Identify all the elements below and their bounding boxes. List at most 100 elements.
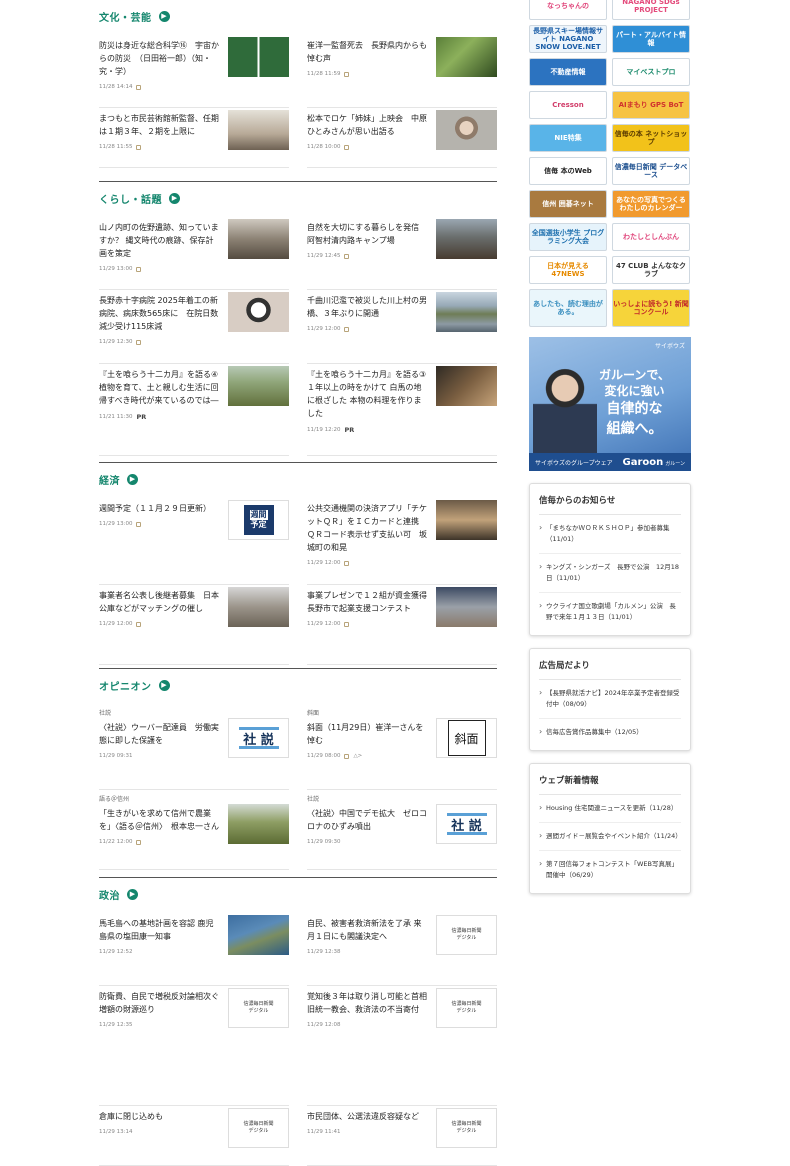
article-thumbnail[interactable] bbox=[436, 219, 497, 259]
info-box-link[interactable]: 信毎広告賞作品募集中（12/05） bbox=[539, 719, 681, 746]
article-card[interactable]: 防衛費、自民で増税反対論相次ぐ 増額の財源巡り 11/29 12:35 信濃毎日新聞… bbox=[99, 986, 289, 1106]
article-thumbnail[interactable] bbox=[228, 915, 289, 955]
article-category[interactable]: 斜面 bbox=[307, 708, 429, 717]
article-card[interactable]: 馬毛島への基地計画を容認 鹿児島県の塩田康一知事 11/29 12:52 bbox=[99, 913, 289, 986]
article-title[interactable]: 〈社説〉ウーバー配達員 労働実態に即した保護を bbox=[99, 721, 221, 747]
article-card[interactable]: 覚知後３年は取り消し可能と首相 旧統一教会、救済法の不当寄付 11/29 12:0… bbox=[307, 986, 497, 1106]
article-title[interactable]: 「生きがいを求めて信州で農業を」〈語る＠信州〉 根本忠一さん bbox=[99, 807, 221, 833]
article-card[interactable]: 自然を大切にする暮らしを発信 阿智村清内路キャンプ場 11/29 12:45 bbox=[307, 217, 497, 290]
article-title[interactable]: 崔洋一監督死去 長野県内からも悼む声 bbox=[307, 39, 429, 65]
article-thumbnail[interactable] bbox=[436, 110, 497, 150]
sidebar-banner[interactable]: 日本が見える 47NEWS bbox=[529, 256, 607, 284]
sidebar-banner[interactable]: 信毎の本 ネットショップ bbox=[612, 124, 690, 152]
sidebar-banner[interactable]: 信濃毎日新聞 データベース bbox=[612, 157, 690, 185]
article-thumbnail[interactable]: 社 説 bbox=[228, 718, 289, 758]
article-card[interactable]: 社説 〈社説〉中国でデモ拡大 ゼロコロナのひずみ噴出 11/29 09:30 社 説 bbox=[307, 790, 497, 870]
article-title[interactable]: 自然を大切にする暮らしを発信 阿智村清内路キャンプ場 bbox=[307, 221, 429, 247]
article-title[interactable]: 事業者名公表し後継者募集 日本公庫などがマッチングの催し bbox=[99, 589, 221, 615]
article-title[interactable]: 週間予定（１１月２９日更新） bbox=[99, 502, 221, 515]
section-header[interactable]: 文化・芸能 ▶ bbox=[99, 1, 497, 31]
article-card[interactable]: 週間予定（１１月２９日更新） 11/29 13:00 週間 予定 bbox=[99, 498, 289, 585]
chevron-right-icon[interactable]: ▶ bbox=[169, 192, 180, 204]
section-title[interactable]: 経済 bbox=[99, 472, 120, 487]
article-thumbnail[interactable]: 斜面 bbox=[436, 718, 497, 758]
sidebar-banner[interactable]: NAGANO SDGs PROJECT bbox=[612, 0, 690, 20]
sidebar-banner[interactable]: あしたも、読む理由がある。 bbox=[529, 289, 607, 327]
article-thumbnail[interactable] bbox=[228, 587, 289, 627]
article-title[interactable]: 倉庫に閉じ込めも bbox=[99, 1110, 221, 1123]
article-title[interactable]: 松本でロケ「姉妹」上映会 中原ひとみさんが思い出語る bbox=[307, 112, 429, 138]
article-title[interactable]: 斜面（11月29日）崔洋一さんを悼む bbox=[307, 721, 429, 747]
article-category[interactable]: 社説 bbox=[99, 708, 221, 717]
info-box-link[interactable]: 「まちなかＷＯＲＫＳＨＯＰ」参加者募集（11/01） bbox=[539, 515, 681, 554]
article-thumbnail[interactable] bbox=[436, 500, 497, 540]
article-card[interactable]: 山ノ内町の佐野遺跡、知っていますか？ 縄文時代の痕跡、保存計画を策定 11/29 … bbox=[99, 217, 289, 290]
article-card[interactable]: 倉庫に閉じ込めも 11/29 13:14 信濃毎日新聞 デジタル bbox=[99, 1106, 289, 1166]
article-card[interactable]: 防災は身近な総合科学⑯ 宇宙からの防災 （日田裕一郎）（知・究・学） 11/28 … bbox=[99, 35, 289, 108]
article-thumbnail[interactable] bbox=[228, 366, 289, 406]
article-thumbnail[interactable]: 週間 予定 bbox=[228, 500, 289, 540]
sidebar-banner[interactable]: あなたの写真でつくる わたしのカレンダー bbox=[612, 190, 690, 218]
article-thumbnail[interactable]: 信濃毎日新聞 デジタル bbox=[436, 1108, 497, 1148]
article-thumbnail[interactable]: 信濃毎日新聞 デジタル bbox=[228, 1108, 289, 1148]
article-title[interactable]: 防災は身近な総合科学⑯ 宇宙からの防災 （日田裕一郎）（知・究・学） bbox=[99, 39, 221, 78]
section-header[interactable]: 政治 ▶ bbox=[99, 879, 497, 909]
article-card[interactable]: 長野赤十字病院 2025年着工の新病院、病床数565床に 在院日数減少受け115… bbox=[99, 290, 289, 364]
chevron-right-icon[interactable]: ▶ bbox=[158, 10, 170, 22]
article-card[interactable]: 自民、被害者救済新法を了承 来月１日にも閣議決定へ 11/29 12:38 信濃毎日… bbox=[307, 913, 497, 986]
article-title[interactable]: 公共交通機関の決済アプリ「チケットＱＲ」をＩＣカードと連携 ＱＲコード表示せず支… bbox=[307, 502, 429, 554]
sidebar-banner[interactable]: マイベストプロ bbox=[612, 58, 690, 86]
sidebar-banner[interactable]: いっしょに読もう! 新聞コンクール bbox=[612, 289, 690, 327]
article-card[interactable]: 市民団体、公選法違反容疑など 11/29 11:41 信濃毎日新聞 デジタル bbox=[307, 1106, 497, 1166]
sidebar-banner[interactable]: 信州 囲碁ネット bbox=[529, 190, 607, 218]
section-header[interactable]: くらし・話題 ▶ bbox=[99, 183, 497, 213]
article-thumbnail[interactable] bbox=[228, 292, 289, 332]
article-title[interactable]: 〈社説〉中国でデモ拡大 ゼロコロナのひずみ噴出 bbox=[307, 807, 429, 833]
article-card[interactable]: 斜面 斜面（11月29日）崔洋一さんを悼む 11/29 08:00 △> 斜面 bbox=[307, 704, 497, 790]
article-title[interactable]: 防衛費、自民で増税反対論相次ぐ 増額の財源巡り bbox=[99, 990, 221, 1016]
article-card[interactable]: 公共交通機関の決済アプリ「チケットＱＲ」をＩＣカードと連携 ＱＲコード表示せず支… bbox=[307, 498, 497, 585]
article-card[interactable]: 崔洋一監督死去 長野県内からも悼む声 11/28 11:59 bbox=[307, 35, 497, 108]
chevron-right-icon[interactable]: ▶ bbox=[127, 473, 138, 485]
article-thumbnail[interactable]: 社 説 bbox=[436, 804, 497, 844]
article-thumbnail[interactable] bbox=[436, 292, 497, 332]
article-title[interactable]: 『土を喰らう十二カ月』を語る④ 植物を育て、土と親しむ生活に回帰すべき時代が来て… bbox=[99, 368, 226, 407]
article-thumbnail[interactable] bbox=[228, 804, 289, 844]
article-card[interactable]: 事業者名公表し後継者募集 日本公庫などがマッチングの催し 11/29 12:00 bbox=[99, 585, 289, 665]
article-title[interactable]: 山ノ内町の佐野遺跡、知っていますか？ 縄文時代の痕跡、保存計画を策定 bbox=[99, 221, 221, 260]
article-card[interactable]: 語る＠信州 「生きがいを求めて信州で農業を」〈語る＠信州〉 根本忠一さん 11/22… bbox=[99, 790, 289, 870]
sidebar-banner[interactable]: 長野県スキー場情報サイト NAGANO SNOW LOVE.NET bbox=[529, 25, 607, 53]
article-title[interactable]: 市民団体、公選法違反容疑など bbox=[307, 1110, 429, 1123]
info-box-link[interactable]: キングズ・シンガーズ 長野で公演 12月18日（11/01） bbox=[539, 554, 681, 593]
article-category[interactable]: 語る＠信州 bbox=[99, 794, 221, 803]
info-box-link[interactable]: ウクライナ国立歌劇場「カルメン」公演 長野で来年１月１３日（11/01） bbox=[539, 593, 681, 631]
article-card[interactable]: まつもと市民芸術館新監督、任期は１期３年、２期を上限に 11/28 11:55 bbox=[99, 108, 289, 168]
article-title[interactable]: 事業プレゼンで１２組が資金獲得 長野市で起業支援コンテスト bbox=[307, 589, 435, 615]
sidebar-banner[interactable]: なっちゃんの bbox=[529, 0, 607, 20]
section-title[interactable]: 文化・芸能 bbox=[99, 9, 152, 24]
section-header[interactable]: 経済 ▶ bbox=[99, 464, 497, 494]
article-title[interactable]: 馬毛島への基地計画を容認 鹿児島県の塩田康一知事 bbox=[99, 917, 221, 943]
article-title[interactable]: 千曲川氾濫で被災した川上村の男橋、３年ぶりに開通 bbox=[307, 294, 429, 320]
sidebar-banner[interactable]: Cresson bbox=[529, 91, 607, 119]
sidebar-banner[interactable]: AIまもり GPS BoT bbox=[612, 91, 690, 119]
info-box-link[interactable]: Housing 住宅関連ニュースを更新（11/28） bbox=[539, 795, 681, 823]
article-thumbnail[interactable] bbox=[436, 587, 497, 627]
info-box-link[interactable]: 第７回信毎フォトコンテスト「WEB写真展」開催中（06/29） bbox=[539, 851, 681, 889]
article-thumbnail[interactable]: 信濃毎日新聞 デジタル bbox=[436, 915, 497, 955]
sidebar-banner[interactable]: 信毎 本のWeb bbox=[529, 157, 607, 185]
info-box-link[interactable]: 【長野県就活ナビ】2024年卒業予定者登録受付中（08/09） bbox=[539, 680, 681, 719]
sidebar-banner[interactable]: 47 CLUB よんななクラブ bbox=[612, 256, 690, 284]
article-card[interactable]: 千曲川氾濫で被災した川上村の男橋、３年ぶりに開通 11/29 12:00 bbox=[307, 290, 497, 364]
article-title[interactable]: 長野赤十字病院 2025年着工の新病院、病床数565床に 在院日数減少受け115… bbox=[99, 294, 221, 333]
sidebar-banner[interactable]: NIE特集 bbox=[529, 124, 607, 152]
article-thumbnail[interactable] bbox=[228, 110, 289, 150]
article-title[interactable]: 『土を喰らう十二カ月』を語る③ １年以上の時をかけて 白馬の地に根ざした 本物の… bbox=[307, 368, 434, 420]
article-card[interactable]: 事業プレゼンで１２組が資金獲得 長野市で起業支援コンテスト 11/29 12:00 bbox=[307, 585, 497, 665]
sidebar-banner[interactable]: パート・アルバイト情報 bbox=[612, 25, 690, 53]
article-thumbnail[interactable] bbox=[436, 37, 497, 77]
info-box-link[interactable]: 週間ガイド－展覧会やイベント紹介（11/24） bbox=[539, 823, 682, 851]
section-title[interactable]: オピニオン bbox=[99, 678, 152, 693]
garoon-ad-banner[interactable]: サイボウズ ガルーンで、 変化に強い 自律的な 組織へ。 サイボウズのグループウェア Gar… bbox=[529, 337, 691, 471]
sidebar-banner[interactable]: わたしとしんぶん bbox=[612, 223, 690, 251]
